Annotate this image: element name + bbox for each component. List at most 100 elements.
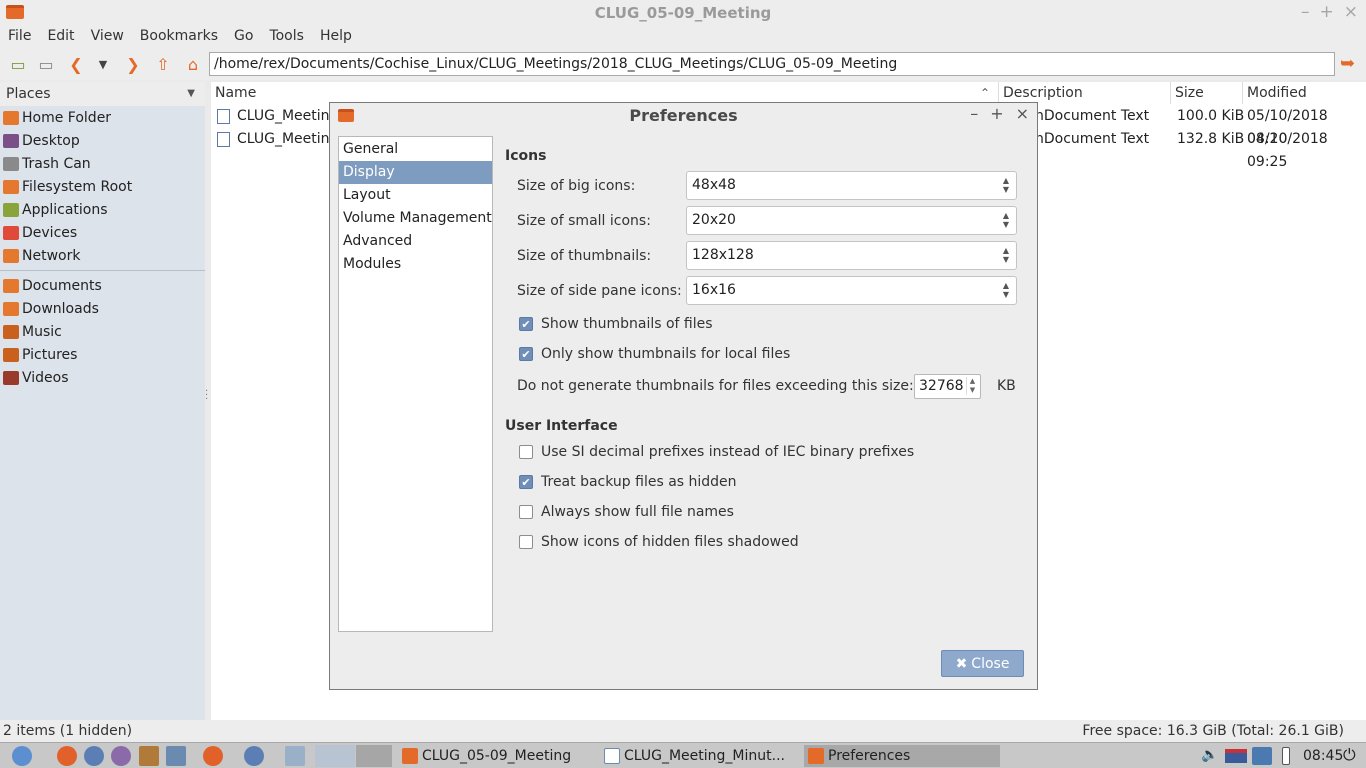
- thumbnails-size-select[interactable]: 128x128 ▲ ▼: [686, 241, 1017, 270]
- firefox-icon[interactable]: [57, 746, 77, 766]
- menu-tools[interactable]: Tools: [269, 26, 304, 48]
- sidebar-item-filesystem-root[interactable]: Filesystem Root: [0, 175, 205, 198]
- go-icon[interactable]: ➥: [1340, 53, 1360, 74]
- status-free-space: Free space: 16.3 GiB (Total: 26.1 GiB): [1082, 723, 1344, 739]
- file-manager-launcher-icon[interactable]: [139, 746, 159, 766]
- new-tab-icon[interactable]: ▭: [8, 55, 28, 74]
- new-window-icon[interactable]: ▭: [36, 55, 56, 74]
- network-tray-icon[interactable]: [1252, 747, 1272, 765]
- sidebar-item-label: Home Folder: [22, 109, 112, 126]
- sidebar-item-label: Documents: [22, 277, 102, 294]
- minimize-button[interactable]: –: [1301, 2, 1310, 22]
- task-preferences[interactable]: Preferences: [804, 745, 1000, 767]
- dialog-close-icon[interactable]: ×: [1016, 104, 1029, 123]
- nav-general[interactable]: General: [339, 138, 492, 161]
- workspace-2[interactable]: [356, 745, 392, 767]
- si-prefixes-checkbox[interactable]: Use SI decimal prefixes instead of IEC b…: [519, 444, 914, 460]
- taskbar: CLUG_05-09_Meeting CLUG_Meeting_Minut...…: [0, 742, 1366, 768]
- backup-hidden-label: Treat backup files as hidden: [541, 474, 737, 490]
- backup-hidden-checkbox[interactable]: ✔ Treat backup files as hidden: [519, 474, 737, 490]
- us-flag-icon[interactable]: [1225, 749, 1247, 763]
- sidebar-item-network[interactable]: Network: [0, 244, 205, 267]
- show-thumbnails-checkbox[interactable]: ✔ Show thumbnails of files: [519, 316, 713, 332]
- volume-icon[interactable]: 🔈: [1201, 747, 1218, 763]
- clock[interactable]: 08:45: [1303, 745, 1343, 767]
- small-icons-select[interactable]: 20x20 ▲ ▼: [686, 206, 1017, 235]
- spin-arrows-icon[interactable]: ▲ ▼: [966, 377, 978, 395]
- column-name[interactable]: Name ⌃: [211, 82, 999, 104]
- chevron-down-icon[interactable]: ▼: [187, 82, 195, 106]
- dialog-maximize-button[interactable]: +: [990, 104, 1003, 123]
- home-icon[interactable]: ⌂: [183, 55, 203, 74]
- messenger-icon[interactable]: [111, 746, 131, 766]
- firefox-window-icon[interactable]: [203, 746, 223, 766]
- nav-volume-management[interactable]: Volume Management: [339, 207, 492, 230]
- thumbnails-size-label: Size of thumbnails:: [517, 248, 652, 264]
- task-document[interactable]: CLUG_Meeting_Minut...: [604, 745, 802, 767]
- big-icons-select[interactable]: 48x48 ▲ ▼: [686, 171, 1017, 200]
- side-pane-icons-select[interactable]: 16x16 ▲ ▼: [686, 276, 1017, 305]
- sidebar-item-applications[interactable]: Applications: [0, 198, 205, 221]
- side-pane-icons-label: Size of side pane icons:: [517, 283, 682, 299]
- videos-icon: [3, 370, 19, 385]
- full-names-checkbox[interactable]: Always show full file names: [519, 504, 734, 520]
- menu-launcher-icon[interactable]: [12, 746, 32, 766]
- nav-display[interactable]: Display: [339, 161, 492, 184]
- sidebar-item-downloads[interactable]: Downloads: [0, 297, 205, 320]
- thumbnail-limit-label: Do not generate thumbnails for files exc…: [517, 378, 914, 394]
- task-label: CLUG_Meeting_Minut...: [624, 748, 785, 764]
- sidebar-item-music[interactable]: Music: [0, 320, 205, 343]
- power-icon[interactable]: ⏻: [1343, 745, 1356, 765]
- hidden-shadowed-checkbox[interactable]: Show icons of hidden files shadowed: [519, 534, 799, 550]
- network-icon: [3, 248, 19, 263]
- menu-file[interactable]: File: [8, 26, 31, 48]
- nav-advanced[interactable]: Advanced: [339, 230, 492, 253]
- terminal-launcher-icon[interactable]: [166, 746, 186, 766]
- side-pane-divider: [0, 270, 205, 271]
- places-header-label: Places: [6, 86, 51, 102]
- sidebar-item-desktop[interactable]: Desktop: [0, 129, 205, 152]
- window-titlebar: CLUG_05-09_Meeting – + ×: [0, 0, 1366, 26]
- dialog-minimize-button[interactable]: –: [970, 104, 978, 123]
- sidebar-item-home-folder[interactable]: Home Folder: [0, 106, 205, 129]
- task-file-manager[interactable]: CLUG_05-09_Meeting: [402, 745, 600, 767]
- status-item-count: 2 items (1 hidden): [3, 723, 133, 739]
- back-icon[interactable]: ❮: [66, 55, 86, 74]
- places-header[interactable]: Places ▼: [0, 82, 205, 106]
- menu-edit[interactable]: Edit: [47, 26, 74, 48]
- sidebar-item-videos[interactable]: Videos: [0, 366, 205, 389]
- sidebar-item-documents[interactable]: Documents: [0, 274, 205, 297]
- thumbnail-limit-input[interactable]: 32768 ▲ ▼: [914, 374, 981, 399]
- status-bar: 2 items (1 hidden) Free space: 16.3 GiB …: [0, 720, 1366, 742]
- menu-go[interactable]: Go: [234, 26, 253, 48]
- nav-modules[interactable]: Modules: [339, 253, 492, 276]
- column-description[interactable]: Description: [999, 82, 1171, 104]
- path-bar[interactable]: /home/rex/Documents/Cochise_Linux/CLUG_M…: [209, 52, 1335, 76]
- workspace-1[interactable]: [315, 745, 355, 767]
- nav-layout[interactable]: Layout: [339, 184, 492, 207]
- pane-resize-handle[interactable]: · · ·: [205, 387, 208, 405]
- show-thumbnails-label: Show thumbnails of files: [541, 316, 713, 332]
- forward-icon[interactable]: ❯: [123, 55, 143, 74]
- browser-window-icon[interactable]: [244, 746, 264, 766]
- menu-help[interactable]: Help: [320, 26, 352, 48]
- battery-icon[interactable]: [1282, 747, 1290, 765]
- sidebar-item-trash-can[interactable]: Trash Can: [0, 152, 205, 175]
- up-icon[interactable]: ⇧: [153, 55, 173, 74]
- sidebar-item-devices[interactable]: Devices: [0, 221, 205, 244]
- menu-view[interactable]: View: [91, 26, 124, 48]
- close-button[interactable]: ✖ Close: [941, 650, 1024, 677]
- close-window-button[interactable]: ×: [1344, 2, 1358, 22]
- desktop-icon: [3, 133, 19, 148]
- maximize-button[interactable]: +: [1320, 2, 1334, 22]
- local-thumbnails-checkbox[interactable]: ✔ Only show thumbnails for local files: [519, 346, 790, 362]
- menu-bookmarks[interactable]: Bookmarks: [140, 26, 218, 48]
- column-modified[interactable]: Modified: [1243, 82, 1366, 104]
- history-dropdown-icon[interactable]: ▼: [93, 55, 113, 73]
- chromium-icon[interactable]: [84, 746, 104, 766]
- column-size[interactable]: Size: [1171, 82, 1243, 104]
- sidebar-item-pictures[interactable]: Pictures: [0, 343, 205, 366]
- chat-window-icon[interactable]: [285, 746, 305, 766]
- music-icon: [3, 324, 19, 339]
- thumbnails-size-value: 128x128: [692, 247, 754, 263]
